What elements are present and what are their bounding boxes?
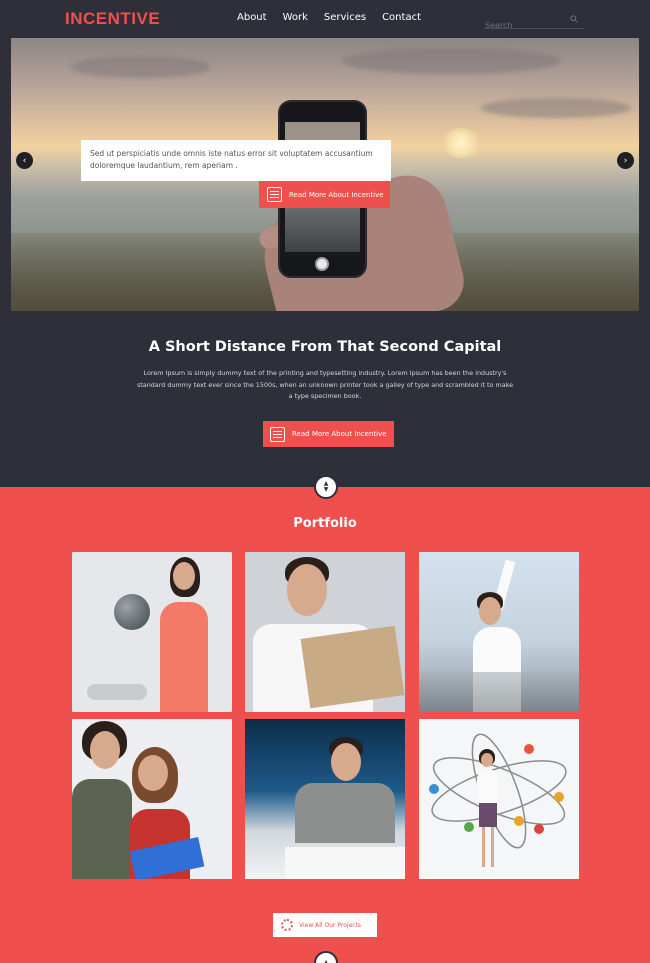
figure-head — [90, 731, 120, 769]
figure-head — [138, 755, 168, 791]
search-icon[interactable] — [570, 15, 578, 23]
search-box — [484, 13, 584, 30]
intro-paragraph: Lorem Ipsum is simply dummy text of the … — [136, 369, 514, 400]
cloud-shape — [71, 56, 211, 78]
figure-body — [477, 769, 499, 805]
figure-head — [287, 564, 327, 616]
scroll-toggle-button-bottom[interactable]: ▲ — [314, 951, 338, 963]
figure-head — [173, 562, 195, 590]
book-image — [300, 625, 405, 709]
chevron-down-icon: ▼ — [323, 486, 329, 493]
portfolio-item-1[interactable] — [72, 552, 232, 712]
city-skyline-image — [419, 672, 579, 712]
figure-body — [72, 779, 132, 879]
figure-skirt — [479, 803, 497, 827]
document-icon — [267, 187, 282, 202]
chevron-right-icon: › — [623, 155, 628, 166]
view-all-projects-label: View All Our Projects — [299, 921, 362, 929]
intro-read-more-label: Read More About Incentive — [292, 430, 387, 438]
shutter-icon — [315, 257, 329, 271]
figure-body — [295, 783, 395, 843]
document-icon — [270, 426, 285, 442]
hero-caption-text: Sed ut perspiciatis unde omnis iste natu… — [90, 149, 373, 170]
logo[interactable]: INCENTIVE — [65, 9, 160, 29]
atom-image — [429, 733, 567, 849]
nav-link-services[interactable]: Services — [324, 12, 366, 23]
nav-link-about[interactable]: About — [237, 12, 267, 23]
globe-image — [114, 594, 150, 630]
hero-slider: Sed ut perspiciatis unde omnis iste natu… — [11, 38, 639, 311]
phone-status-bar — [292, 110, 352, 114]
cloud-shape — [481, 98, 631, 118]
portfolio-item-4[interactable] — [72, 719, 232, 879]
small-globes-image — [87, 684, 147, 700]
chevron-left-icon: ‹ — [22, 155, 27, 166]
figure-leg — [482, 827, 485, 867]
portfolio-item-2[interactable] — [245, 552, 405, 712]
slider-next-arrow[interactable]: › — [617, 152, 634, 169]
figure-head — [481, 753, 493, 767]
portfolio-item-5[interactable] — [245, 719, 405, 879]
hero-caption-box: Sed ut perspiciatis unde omnis iste natu… — [81, 140, 391, 181]
gear-icon — [281, 919, 293, 931]
nav-link-contact[interactable]: Contact — [382, 12, 421, 23]
main-menu: About Work Services Contact — [237, 12, 437, 23]
portfolio-item-6[interactable] — [419, 719, 579, 879]
slider-prev-arrow[interactable]: ‹ — [16, 152, 33, 169]
intro-heading: A Short Distance From That Second Capita… — [148, 339, 502, 355]
navbar: INCENTIVE About Work Services Contact — [0, 0, 650, 38]
hero-read-more-label: Read More About Incentive — [289, 190, 384, 199]
nav-link-work[interactable]: Work — [283, 12, 308, 23]
search-input[interactable] — [484, 21, 566, 30]
sun-glow — [441, 128, 481, 158]
scroll-toggle-button[interactable]: ▲ ▼ — [314, 475, 338, 499]
figure-head — [331, 743, 361, 781]
portfolio-heading: Portfolio — [293, 516, 357, 531]
figure-leg — [491, 827, 494, 867]
figure-head — [479, 597, 501, 625]
intro-read-more-button[interactable]: Read More About Incentive — [263, 421, 394, 447]
view-all-projects-button[interactable]: View All Our Projects — [273, 913, 377, 937]
portfolio-item-3[interactable] — [419, 552, 579, 712]
figure-body — [160, 602, 208, 712]
desk-image — [285, 847, 405, 879]
portfolio-section: ▲ ▼ Portfolio View All Our Projects ▲ — [0, 475, 650, 963]
cloud-shape — [341, 48, 561, 74]
hero-read-more-button[interactable]: Read More About Incentive — [259, 181, 390, 208]
